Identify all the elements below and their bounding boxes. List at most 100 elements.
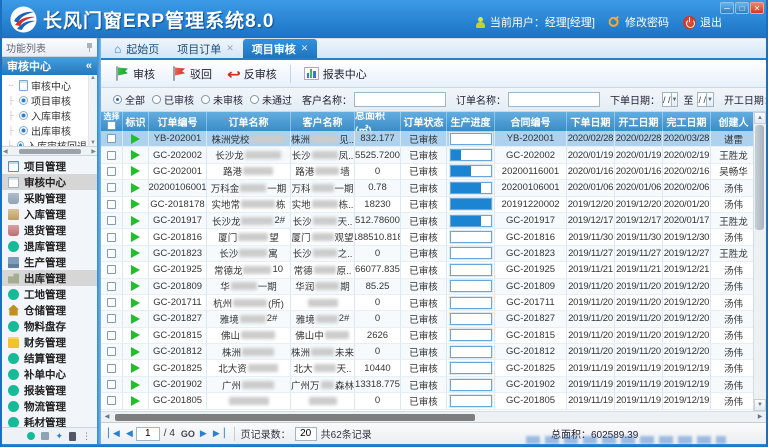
row-checkbox[interactable] [107, 380, 116, 389]
scroll-down-icon[interactable]: ▼ [754, 399, 766, 411]
toolbar-button-chart[interactable]: 报表中心 [297, 63, 374, 85]
scroll-left-icon[interactable]: ◀ [101, 412, 113, 422]
sidebar-item-warehouse[interactable]: 仓储管理 [2, 302, 97, 318]
sidebar-item-folder[interactable]: 财务管理 [2, 334, 97, 350]
close-button[interactable]: ✕ [750, 2, 764, 14]
minimize-button[interactable]: ─ [720, 2, 734, 14]
row-checkbox[interactable] [107, 282, 116, 291]
close-tab-icon[interactable]: ✕ [226, 43, 234, 54]
book-icon[interactable] [69, 432, 76, 441]
table-row[interactable]: GC-201823长沙寓长沙之..0已审核GC-2018232019/11/27… [101, 246, 753, 262]
row-checkbox[interactable] [107, 167, 116, 176]
table-row[interactable]: GC-2018178实地常栋实地栋..18230已审核2019122000220… [101, 197, 753, 213]
row-checkbox[interactable] [107, 314, 116, 323]
scroll-right-icon[interactable]: ▶ [754, 412, 766, 422]
row-checkbox[interactable] [107, 200, 116, 209]
table-row[interactable]: GC-201812株洲株洲未来0已审核GC-2018122019/11/2020… [101, 344, 753, 360]
calendar-dropdown-icon[interactable]: ▼ [707, 92, 714, 107]
tree-horizontal-scrollbar[interactable]: ◀▶ [2, 147, 97, 156]
sidebar-item-inbox[interactable]: 入库管理 [2, 206, 97, 222]
collapse-icon[interactable]: « [86, 60, 92, 72]
scroll-up-icon[interactable]: ▲ [754, 112, 766, 124]
order-date-from-input[interactable]: / / [662, 92, 672, 107]
sidebar-item-production[interactable]: 生产管理 [2, 254, 97, 270]
vertical-scrollbar[interactable]: ▲ ▼ [753, 112, 766, 411]
table-row[interactable]: GC-2018050已审核GC-2018052019/11/192019/11/… [101, 393, 753, 409]
pin-icon[interactable] [86, 43, 93, 52]
table-row[interactable]: GC-202002长沙龙长沙凤..65525.7200..已审核GC-20200… [101, 147, 753, 163]
tree-item[interactable]: ├出库审核 [6, 123, 87, 138]
cart-icon[interactable] [41, 432, 49, 440]
toolbar-button-green-flag[interactable]: 审核 [107, 63, 162, 85]
sidebar-item-dot[interactable]: 耗材管理 [2, 414, 97, 427]
row-checkbox[interactable] [107, 265, 116, 274]
radio-已审核[interactable]: 已审核 [145, 92, 194, 107]
sidebar-item-return-cart[interactable]: 退货管理 [2, 222, 97, 238]
scrollbar-thumb[interactable] [755, 125, 764, 230]
table-row[interactable]: YB-202001株洲党校株洲见..832.177已审核YB-202001202… [101, 131, 753, 147]
table-row[interactable]: GC-201816厦门望厦门观望188510.818已审核GC-20181620… [101, 229, 753, 245]
row-checkbox[interactable] [107, 396, 116, 405]
row-checkbox[interactable] [107, 364, 116, 373]
sidebar-item-outbound[interactable]: 出库管理 [2, 270, 97, 286]
go-button[interactable]: GO [181, 429, 195, 439]
toolbar-button-red-flag[interactable]: 驳回 [164, 63, 219, 85]
tree-root[interactable]: ┄ 审核中心 [6, 78, 87, 93]
last-page-icon[interactable]: ▶ [210, 428, 228, 439]
calendar-dropdown-icon[interactable]: ▼ [672, 92, 679, 107]
prev-page-icon[interactable]: ◀ [123, 428, 136, 439]
row-checkbox[interactable] [107, 233, 116, 242]
diamond-icon[interactable]: ✦ [55, 431, 63, 442]
radio-未审核[interactable]: 未审核 [194, 92, 243, 107]
more-icon[interactable]: ⋮ [82, 431, 91, 442]
tree-item[interactable]: ├入库审核回退 [6, 138, 87, 147]
table-row[interactable]: GC-201711杭州(所)0已审核GC-2017112019/11/20201… [101, 295, 753, 311]
table-row[interactable]: GC-201827雅境2#雅境2#0已审核GC-2018272019/11/20… [101, 311, 753, 327]
maximize-button[interactable]: □ [735, 2, 749, 14]
radio-未通过[interactable]: 未通过 [243, 92, 292, 107]
sidebar-item-dot[interactable]: 报装管理 [2, 382, 97, 398]
sidebar-item-dot[interactable]: 物料盘存 [2, 318, 97, 334]
sidebar-item-cart[interactable]: 采购管理 [2, 190, 97, 206]
sidebar-item-dot[interactable]: 退库管理 [2, 238, 97, 254]
tab-active[interactable]: 项目审核✕ [243, 39, 318, 58]
table-row[interactable]: GC-201902广州广州万森林13318.775已审核GC-201902201… [101, 377, 753, 393]
sidebar-item-dot[interactable]: 结算管理 [2, 350, 97, 366]
sidebar-item-dot[interactable]: 工地管理 [2, 286, 97, 302]
table-row[interactable]: GC-201809华一期华润期85.25已审核GC-2018092019/11/… [101, 279, 753, 295]
scrollbar-thumb[interactable] [115, 414, 475, 421]
tree-vertical-scrollbar[interactable]: ▲▼ [88, 75, 97, 146]
table-row[interactable]: GC-201917长沙龙2#长沙天..8512.78600..已审核GC-201… [101, 213, 753, 229]
radio-全部[interactable]: 全部 [106, 92, 145, 107]
row-checkbox[interactable] [107, 183, 116, 192]
select-all-checkbox[interactable] [107, 121, 116, 130]
toolbar-button-undo-arrow[interactable]: ↩反审核 [221, 63, 284, 85]
sidebar-item-audit-doc[interactable]: 审核中心 [2, 174, 97, 190]
row-checkbox[interactable] [107, 331, 116, 340]
sidebar-item-project-doc[interactable]: 项目管理 [2, 158, 97, 174]
next-page-icon[interactable]: ▶ [197, 428, 210, 439]
customer-name-input[interactable] [354, 92, 446, 107]
tab-item[interactable]: 项目订单✕ [168, 39, 243, 58]
table-row[interactable]: GC-201825北大资北大天..10440已审核GC-2018252019/1… [101, 360, 753, 376]
row-checkbox[interactable] [107, 151, 116, 160]
change-password-button[interactable]: 修改密码 [609, 14, 669, 30]
tree-item[interactable]: ├项目审核 [6, 93, 87, 108]
sidebar-item-dot[interactable]: 补单中心 [2, 366, 97, 382]
page-number-input[interactable] [136, 427, 160, 441]
row-checkbox[interactable] [107, 134, 116, 143]
table-row[interactable]: GC-201925常德龙10常德原..266077.835..已审核GC-201… [101, 262, 753, 278]
table-row[interactable]: GC-201815佛山佛山中2626已审核GC-2018152019/11/20… [101, 328, 753, 344]
tree-item[interactable]: ├入库审核 [6, 108, 87, 123]
row-checkbox[interactable] [107, 249, 116, 258]
row-checkbox[interactable] [107, 347, 116, 356]
close-tab-icon[interactable]: ✕ [301, 43, 309, 54]
tab-item[interactable]: ⌂起始页 [105, 39, 168, 58]
table-row[interactable]: 20200106001万科金一期万科一期0.78已审核2020010600120… [101, 180, 753, 196]
page-size-input[interactable] [295, 427, 317, 441]
first-page-icon[interactable]: ◀ [105, 428, 123, 439]
order-date-to-input[interactable]: / / [697, 92, 707, 107]
logout-button[interactable]: 退出 [683, 14, 722, 30]
row-checkbox[interactable] [107, 298, 116, 307]
table-row[interactable]: GC-202001路港路港墙0已审核202001160012020/01/162… [101, 164, 753, 180]
